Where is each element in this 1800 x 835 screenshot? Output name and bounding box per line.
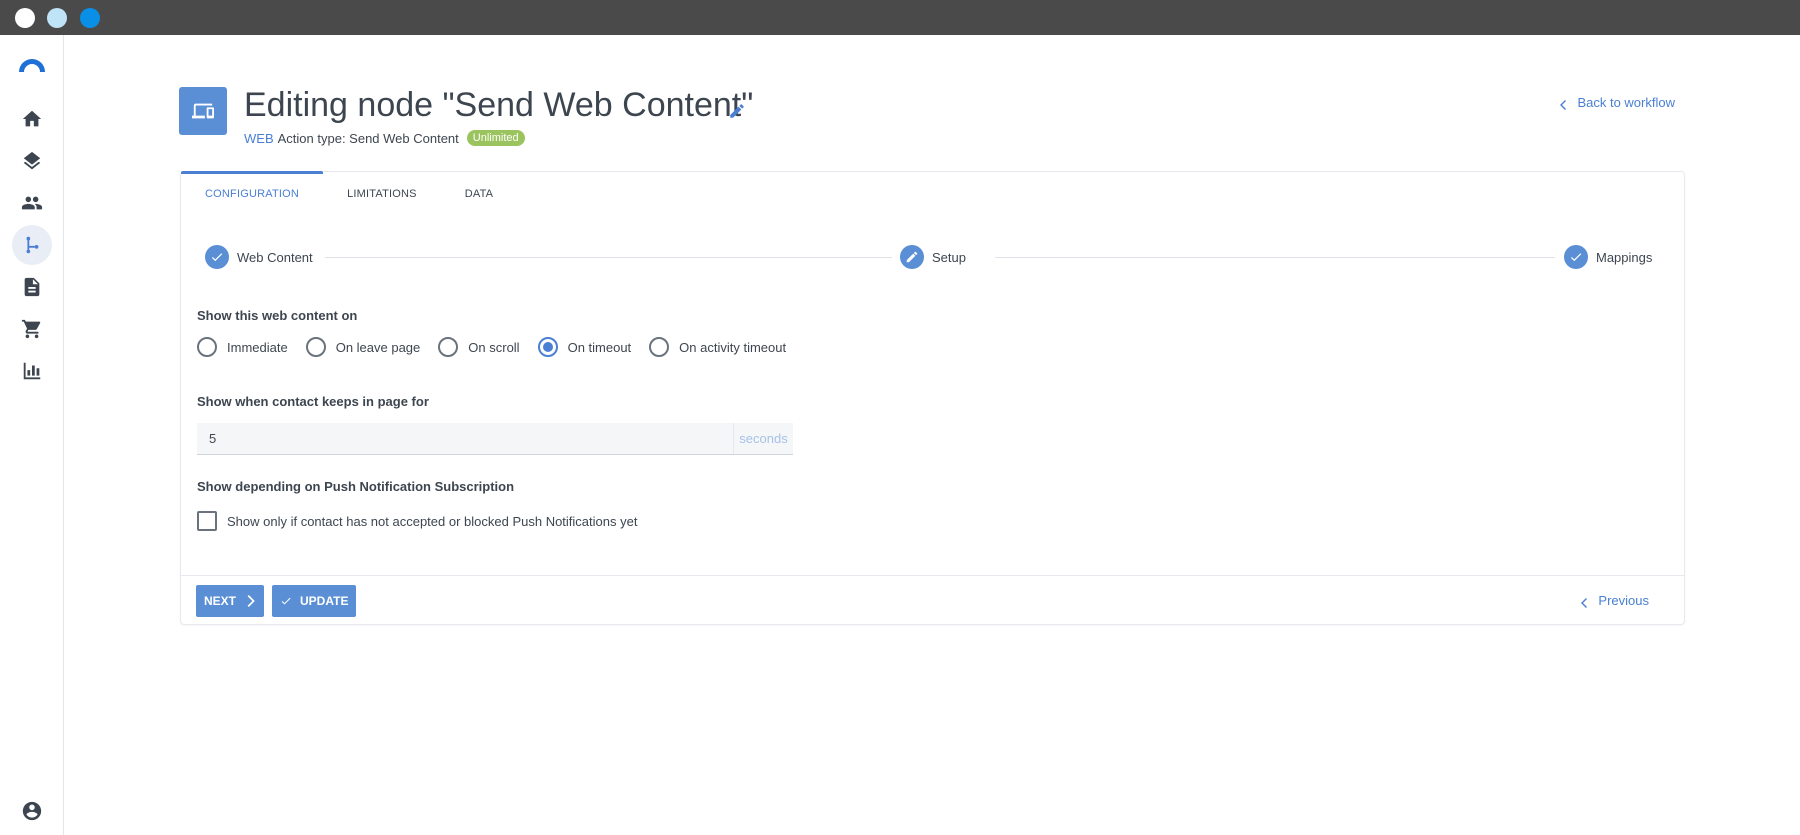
keep-in-page-label: Show when contact keeps in page for <box>197 394 429 409</box>
radio-on-scroll[interactable]: On scroll <box>438 337 520 357</box>
window-minimize-button[interactable] <box>47 8 67 28</box>
sidebar-item-reports[interactable] <box>12 351 52 391</box>
step-label: Web Content <box>237 249 313 265</box>
check-icon <box>281 597 291 605</box>
action-type-label: Action type: Send Web Content <box>277 130 459 146</box>
node-editor-card: CONFIGURATION LIMITATIONS DATA Web Conte… <box>180 171 1685 625</box>
web-channel-icon <box>179 87 227 135</box>
back-to-workflow-link[interactable]: Back to workflow <box>1559 95 1675 110</box>
radio-immediate[interactable]: Immediate <box>197 337 288 357</box>
previous-link[interactable]: Previous <box>1580 593 1649 608</box>
seconds-input-group: seconds <box>197 423 793 455</box>
tab-data[interactable]: DATA <box>441 172 518 216</box>
next-button[interactable]: NEXT <box>196 585 265 617</box>
seconds-suffix: seconds <box>733 423 793 454</box>
channel-label: WEB <box>244 130 274 146</box>
window-close-button[interactable] <box>15 8 35 28</box>
chevron-left-icon <box>1580 596 1590 608</box>
chevron-right-icon <box>247 595 255 607</box>
page-title: Editing node "Send Web Content" <box>244 86 754 124</box>
window-maximize-button[interactable] <box>80 8 100 28</box>
edit-title-button[interactable] <box>728 102 746 120</box>
sidebar <box>0 35 64 835</box>
step-label: Setup <box>932 249 966 265</box>
sidebar-item-workflows[interactable] <box>12 225 52 265</box>
check-icon <box>1564 245 1588 269</box>
sidebar-item-contacts[interactable] <box>12 183 52 223</box>
tab-bar: CONFIGURATION LIMITATIONS DATA <box>181 171 518 216</box>
back-link-label: Back to workflow <box>1577 95 1675 110</box>
radio-on-activity-timeout[interactable]: On activity timeout <box>649 337 786 357</box>
document-icon <box>24 277 40 297</box>
radio-on-timeout[interactable]: On timeout <box>537 337 631 357</box>
step-mappings[interactable]: Mappings <box>1556 245 1661 269</box>
window-titlebar <box>0 0 1800 35</box>
tab-configuration[interactable]: CONFIGURATION <box>181 171 324 216</box>
card-footer: NEXT UPDATE Previous <box>181 575 1684 625</box>
show-on-radio-group: Immediate On leave page On scroll On tim… <box>197 337 804 357</box>
status-badge: Unlimited <box>466 130 525 146</box>
step-web-content[interactable]: Web Content <box>197 245 321 269</box>
step-connector <box>995 257 1555 258</box>
pencil-icon <box>900 245 924 269</box>
seconds-input[interactable] <box>197 423 733 454</box>
step-connector <box>325 257 925 258</box>
show-on-label: Show this web content on <box>197 308 358 323</box>
home-icon <box>22 110 42 127</box>
stepper: Web Content Setup Mappings <box>197 245 1669 271</box>
bar-chart-icon <box>23 362 41 380</box>
check-icon <box>205 245 229 269</box>
sidebar-item-home[interactable] <box>12 99 52 139</box>
checkbox-box[interactable] <box>197 511 217 531</box>
layers-icon <box>23 151 41 170</box>
radio-on-leave-page[interactable]: On leave page <box>305 337 420 357</box>
push-subscription-label: Show depending on Push Notification Subs… <box>197 479 515 494</box>
chevron-left-icon <box>1559 98 1569 110</box>
push-checkbox[interactable]: Show only if contact has not accepted or… <box>197 511 637 531</box>
tab-limitations[interactable]: LIMITATIONS <box>323 172 441 216</box>
push-checkbox-label: Show only if contact has not accepted or… <box>227 513 638 529</box>
account-icon <box>22 801 42 821</box>
workflow-icon <box>26 236 39 254</box>
step-setup[interactable]: Setup <box>892 245 974 269</box>
sidebar-item-account[interactable] <box>12 791 52 831</box>
pencil-icon <box>730 104 744 118</box>
sidebar-item-layers[interactable] <box>12 141 52 181</box>
brand-logo[interactable] <box>17 54 47 74</box>
cart-icon <box>21 319 41 339</box>
update-button[interactable]: UPDATE <box>272 585 357 617</box>
sidebar-item-documents[interactable] <box>12 267 52 307</box>
people-icon <box>21 196 43 210</box>
sidebar-item-commerce[interactable] <box>12 309 52 349</box>
node-meta: WEB Action type: Send Web Content Unlimi… <box>244 130 525 146</box>
step-label: Mappings <box>1596 249 1653 265</box>
